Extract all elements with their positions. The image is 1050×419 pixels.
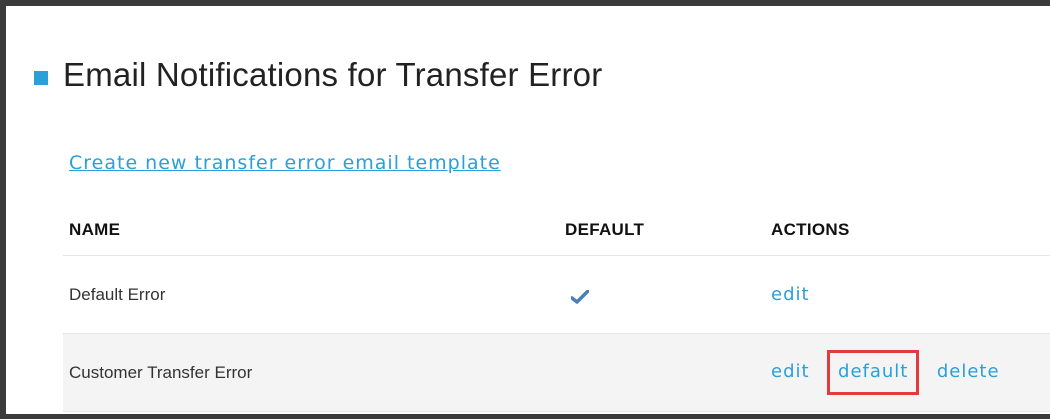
column-header-name: NAME xyxy=(63,205,559,256)
section-title: Email Notifications for Transfer Error xyxy=(63,56,603,93)
actions-cell: edit xyxy=(765,255,1050,334)
template-name: Default Error xyxy=(63,255,559,334)
square-bullet-icon xyxy=(34,71,48,85)
panel: Email Notifications for Transfer Error C… xyxy=(0,0,1050,419)
delete-link[interactable]: delete xyxy=(937,361,1000,382)
edit-link[interactable]: edit xyxy=(771,361,810,382)
create-template-link[interactable]: Create new transfer error email template xyxy=(69,152,501,174)
column-header-actions: ACTIONS xyxy=(765,205,1050,256)
template-name: Customer Transfer Error xyxy=(63,333,559,412)
default-cell xyxy=(559,255,765,334)
set-default-link[interactable]: default xyxy=(838,361,908,382)
column-header-default: DEFAULT xyxy=(559,205,765,256)
templates-table: NAME DEFAULT ACTIONS Default Error edit xyxy=(63,205,1050,412)
edit-link[interactable]: edit xyxy=(771,284,810,305)
section-heading: Email Notifications for Transfer Error xyxy=(34,56,602,94)
table-header-row: NAME DEFAULT ACTIONS xyxy=(63,205,1050,256)
table-row: Default Error edit xyxy=(63,255,1050,334)
actions-cell: edit default delete xyxy=(765,333,1050,412)
highlight-box: default xyxy=(827,350,920,395)
default-cell xyxy=(559,333,765,412)
table-row: Customer Transfer Error edit default del… xyxy=(63,333,1050,412)
checkmark-icon xyxy=(570,288,590,304)
